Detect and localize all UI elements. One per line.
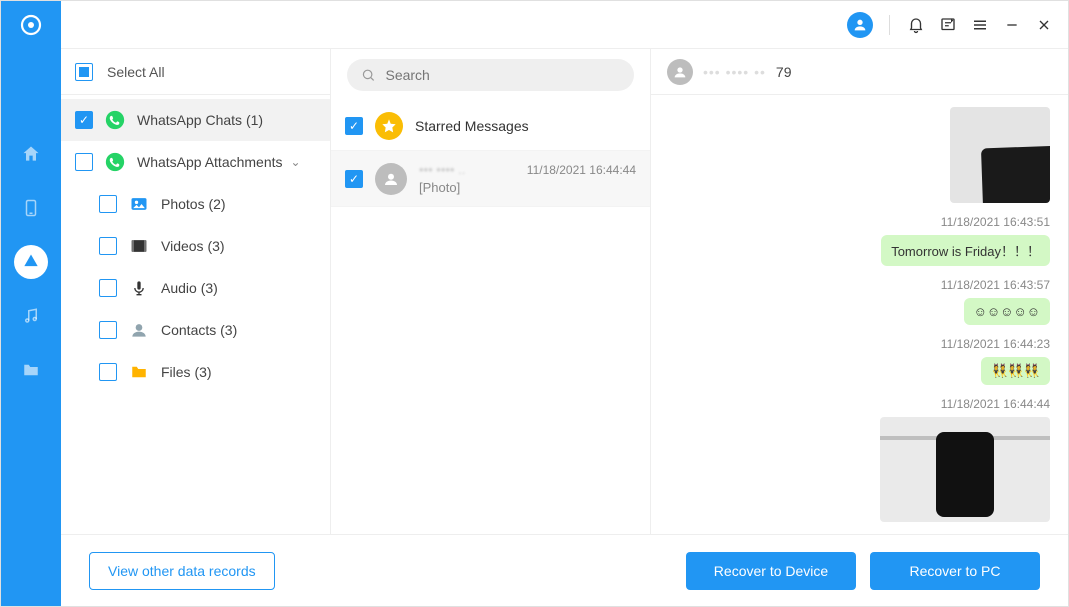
search-input[interactable] — [385, 67, 620, 83]
subcategory-label: Videos (3) — [161, 238, 225, 254]
checkbox-thread[interactable] — [345, 170, 363, 188]
subcategory-label: Contacts (3) — [161, 322, 237, 338]
whatsapp-icon — [105, 152, 125, 172]
checkbox-attachments[interactable] — [75, 153, 93, 171]
chevron-down-icon: ⌄ — [291, 155, 301, 169]
category-whatsapp-attachments[interactable]: WhatsApp Attachments ⌄ — [61, 141, 330, 183]
view-other-records-button[interactable]: View other data records — [89, 552, 275, 590]
select-all-row[interactable]: Select All — [61, 49, 330, 95]
chat-header: ••• •••• •• 79 — [651, 49, 1068, 95]
thread-preview: [Photo] — [419, 179, 515, 197]
subcategory-videos[interactable]: Videos (3) — [61, 225, 330, 267]
checkbox-starred[interactable] — [345, 117, 363, 135]
message-timestamp: 11/18/2021 16:43:57 — [941, 278, 1050, 292]
category-whatsapp-chats[interactable]: WhatsApp Chats (1) — [61, 99, 330, 141]
subcategory-audio[interactable]: Audio (3) — [61, 267, 330, 309]
search-icon — [361, 67, 375, 83]
thread-item[interactable]: ••• •••• .. [Photo] 11/18/2021 16:44:44 — [331, 151, 650, 207]
chat-panel: ••• •••• •• 79 11/18/2021 16:43:51 Tomor… — [651, 49, 1068, 534]
whatsapp-icon — [105, 110, 125, 130]
files-icon — [129, 362, 149, 382]
nav-folder[interactable] — [1, 343, 61, 397]
checkbox-audio[interactable] — [99, 279, 117, 297]
chat-name-suffix: 79 — [776, 64, 792, 80]
message-bubble: 👯👯👯 — [981, 357, 1050, 385]
subcategory-photos[interactable]: Photos (2) — [61, 183, 330, 225]
titlebar — [61, 1, 1068, 49]
subcategory-contacts[interactable]: Contacts (3) — [61, 309, 330, 351]
message-photo[interactable] — [880, 417, 1050, 522]
thread-list-panel: Starred Messages ••• •••• .. [Photo] 11/… — [331, 49, 651, 534]
footer: View other data records Recover to Devic… — [61, 534, 1068, 606]
message-timestamp: 11/18/2021 16:44:44 — [941, 397, 1050, 411]
checkbox-contacts[interactable] — [99, 321, 117, 339]
nav-music[interactable] — [1, 289, 61, 343]
audio-icon — [129, 278, 149, 298]
nav-cloud[interactable] — [1, 235, 61, 289]
thread-timestamp: 11/18/2021 16:44:44 — [527, 163, 636, 177]
checkbox-photos[interactable] — [99, 195, 117, 213]
close-icon[interactable] — [1034, 15, 1054, 35]
search-field[interactable] — [347, 59, 634, 91]
avatar-icon — [375, 163, 407, 195]
star-icon — [375, 112, 403, 140]
nav-phone[interactable] — [1, 181, 61, 235]
subcategory-label: Files (3) — [161, 364, 212, 380]
thread-name-masked: ••• •••• .. — [419, 161, 515, 179]
recover-to-device-button[interactable]: Recover to Device — [686, 552, 856, 590]
select-all-checkbox[interactable] — [75, 63, 93, 81]
photos-icon — [129, 194, 149, 214]
subcategory-label: Photos (2) — [161, 196, 226, 212]
subcategory-files[interactable]: Files (3) — [61, 351, 330, 393]
nav-home[interactable] — [1, 127, 61, 181]
minimize-icon[interactable] — [1002, 15, 1022, 35]
message-bubble: Tomorrow is Friday！！！ — [881, 235, 1050, 266]
recover-to-pc-button[interactable]: Recover to PC — [870, 552, 1040, 590]
bell-icon[interactable] — [906, 15, 926, 35]
checkbox-chats[interactable] — [75, 111, 93, 129]
avatar-icon — [667, 59, 693, 85]
category-panel: Select All WhatsApp Chats (1) — [61, 49, 331, 534]
starred-label: Starred Messages — [415, 118, 529, 134]
checkbox-files[interactable] — [99, 363, 117, 381]
message-timestamp: 11/18/2021 16:43:51 — [941, 215, 1050, 229]
checkbox-videos[interactable] — [99, 237, 117, 255]
videos-icon — [129, 236, 149, 256]
message-bubble: ☺☺☺☺☺ — [964, 298, 1050, 325]
nav-rail — [1, 1, 61, 606]
category-label: WhatsApp Attachments — [137, 154, 283, 170]
chat-name-masked: ••• •••• •• — [703, 64, 766, 80]
subcategory-label: Audio (3) — [161, 280, 218, 296]
contacts-icon — [129, 320, 149, 340]
menu-icon[interactable] — [970, 15, 990, 35]
message-photo[interactable] — [950, 107, 1050, 203]
feedback-icon[interactable] — [938, 15, 958, 35]
app-logo-icon — [19, 13, 43, 37]
message-timestamp: 11/18/2021 16:44:23 — [941, 337, 1050, 351]
starred-messages-row[interactable]: Starred Messages — [331, 101, 650, 151]
user-avatar-icon[interactable] — [847, 12, 873, 38]
select-all-label: Select All — [107, 64, 165, 80]
category-label: WhatsApp Chats (1) — [137, 112, 263, 128]
